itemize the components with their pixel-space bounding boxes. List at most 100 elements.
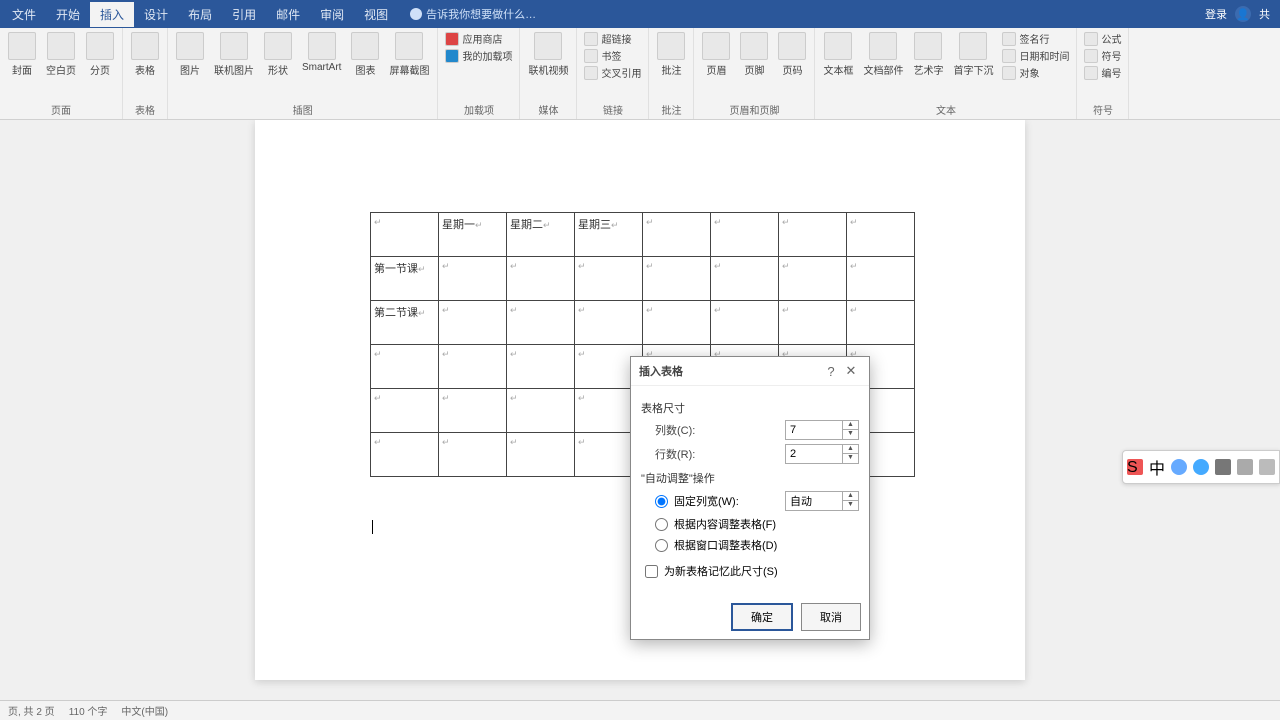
addins-icon bbox=[445, 49, 459, 63]
number-button[interactable]: 编号 bbox=[1081, 64, 1124, 81]
up-icon[interactable]: ▲ bbox=[843, 492, 858, 501]
table-button[interactable]: 表格 bbox=[127, 30, 163, 79]
quickparts-button[interactable]: 文档部件 bbox=[859, 30, 907, 79]
group-addins: 加载项 bbox=[442, 100, 515, 119]
close-button[interactable]: ✕ bbox=[841, 363, 861, 379]
fixed-width-input[interactable] bbox=[786, 495, 842, 507]
insert-table-dialog: 插入表格 ? ✕ 表格尺寸 列数(C): ▲▼ 行数(R): ▲▼ "自动调整"… bbox=[630, 356, 870, 640]
smartart-button[interactable]: SmartArt bbox=[298, 30, 345, 75]
tab-mailings[interactable]: 邮件 bbox=[266, 2, 310, 27]
footer-button[interactable]: 页脚 bbox=[736, 30, 772, 79]
tab-view[interactable]: 视图 bbox=[354, 2, 398, 27]
bookmark-button[interactable]: 书签 bbox=[581, 47, 644, 64]
language-status[interactable]: 中文(中国) bbox=[121, 703, 168, 718]
shapes-button[interactable]: 形状 bbox=[260, 30, 296, 79]
tool-icon[interactable] bbox=[1193, 459, 1209, 475]
cols-spinner[interactable]: ▲▼ bbox=[785, 420, 859, 440]
tab-insert[interactable]: 插入 bbox=[90, 2, 134, 27]
status-bar: 页, 共 2 页 110 个字 中文(中国) bbox=[0, 700, 1280, 720]
fit-window-radio[interactable] bbox=[655, 539, 668, 552]
ok-button[interactable]: 确定 bbox=[731, 603, 793, 631]
tool-icon[interactable] bbox=[1259, 459, 1275, 475]
link-icon bbox=[584, 32, 598, 46]
screenshot-icon bbox=[395, 32, 423, 60]
textbox-button[interactable]: 文本框 bbox=[819, 30, 857, 79]
down-icon[interactable]: ▼ bbox=[843, 430, 858, 439]
table-icon bbox=[131, 32, 159, 60]
object-button[interactable]: 对象 bbox=[999, 64, 1072, 81]
up-icon[interactable]: ▲ bbox=[843, 445, 858, 454]
fixed-width-radio[interactable] bbox=[655, 495, 668, 508]
myaddins-button[interactable]: 我的加载项 bbox=[442, 47, 515, 64]
remember-checkbox[interactable] bbox=[645, 565, 658, 578]
sig-button[interactable]: 签名行 bbox=[999, 30, 1072, 47]
up-icon[interactable]: ▲ bbox=[843, 421, 858, 430]
tab-design[interactable]: 设计 bbox=[134, 2, 178, 27]
tab-home[interactable]: 开始 bbox=[46, 2, 90, 27]
equation-icon bbox=[1084, 32, 1098, 46]
tell-me-search[interactable]: 告诉我你想要做什么… bbox=[410, 6, 536, 22]
screenshot-button[interactable]: 屏幕截图 bbox=[385, 30, 433, 79]
group-symbols: 符号 bbox=[1081, 100, 1124, 119]
wordart-button[interactable]: 艺术字 bbox=[909, 30, 947, 79]
header-button[interactable]: 页眉 bbox=[698, 30, 734, 79]
blank-page-button[interactable]: 空白页 bbox=[42, 30, 80, 79]
cover-page-button[interactable]: 封面 bbox=[4, 30, 40, 79]
picture-icon bbox=[176, 32, 204, 60]
smartart-icon bbox=[308, 32, 336, 60]
ime-toolbar[interactable]: S 中 bbox=[1122, 450, 1280, 484]
footer-icon bbox=[740, 32, 768, 60]
cols-input[interactable] bbox=[786, 424, 842, 436]
comment-icon bbox=[657, 32, 685, 60]
rows-spinner[interactable]: ▲▼ bbox=[785, 444, 859, 464]
page-break-button[interactable]: 分页 bbox=[82, 30, 118, 79]
tool-icon[interactable] bbox=[1215, 459, 1231, 475]
fit-content-radio[interactable] bbox=[655, 518, 668, 531]
date-button[interactable]: 日期和时间 bbox=[999, 47, 1072, 64]
lang-icon[interactable]: 中 bbox=[1149, 455, 1165, 479]
video-button[interactable]: 联机视频 bbox=[524, 30, 572, 79]
online-picture-button[interactable]: 联机图片 bbox=[210, 30, 258, 79]
bulb-icon bbox=[410, 8, 422, 20]
dropcap-icon bbox=[959, 32, 987, 60]
word-count[interactable]: 110 个字 bbox=[69, 703, 108, 718]
ribbon: 封面 空白页 分页 页面 表格 表格 图片 联机图片 形状 SmartArt 图… bbox=[0, 28, 1280, 120]
fixed-width-spinner[interactable]: ▲▼ bbox=[785, 491, 859, 511]
wordart-icon bbox=[914, 32, 942, 60]
chart-button[interactable]: 图表 bbox=[347, 30, 383, 79]
tab-review[interactable]: 审阅 bbox=[310, 2, 354, 27]
cancel-button[interactable]: 取消 bbox=[801, 603, 861, 631]
picture-button[interactable]: 图片 bbox=[172, 30, 208, 79]
hyperlink-button[interactable]: 超链接 bbox=[581, 30, 644, 47]
down-icon[interactable]: ▼ bbox=[843, 501, 858, 510]
tab-references[interactable]: 引用 bbox=[222, 2, 266, 27]
share-button[interactable]: 共 bbox=[1259, 6, 1270, 22]
symbol-icon bbox=[1084, 49, 1098, 63]
table-row: 第二节课↵↵↵↵↵↵↵↵ bbox=[371, 301, 915, 345]
header-icon bbox=[702, 32, 730, 60]
help-button[interactable]: ? bbox=[821, 364, 841, 379]
equation-button[interactable]: 公式 bbox=[1081, 30, 1124, 47]
cover-icon bbox=[8, 32, 36, 60]
store-button[interactable]: 应用商店 bbox=[442, 30, 515, 47]
tool-icon[interactable] bbox=[1171, 459, 1187, 475]
group-comments: 批注 bbox=[653, 100, 689, 119]
crossref-button[interactable]: 交叉引用 bbox=[581, 64, 644, 81]
symbol-button[interactable]: 符号 bbox=[1081, 47, 1124, 64]
tab-file[interactable]: 文件 bbox=[2, 2, 46, 27]
dropcap-button[interactable]: 首字下沉 bbox=[949, 30, 997, 79]
rows-input[interactable] bbox=[786, 448, 842, 460]
down-icon[interactable]: ▼ bbox=[843, 454, 858, 463]
sogou-icon[interactable]: S bbox=[1127, 459, 1143, 475]
group-media: 媒体 bbox=[524, 100, 572, 119]
sign-in[interactable]: 登录 bbox=[1205, 6, 1227, 22]
pagenum-button[interactable]: 页码 bbox=[774, 30, 810, 79]
group-pages: 页面 bbox=[4, 100, 118, 119]
sig-icon bbox=[1002, 32, 1016, 46]
keyboard-icon[interactable] bbox=[1237, 459, 1253, 475]
fit-window-label: 根据窗口调整表格(D) bbox=[674, 537, 777, 553]
tab-layout[interactable]: 布局 bbox=[178, 2, 222, 27]
page-status[interactable]: 页, 共 2 页 bbox=[8, 703, 55, 718]
comment-button[interactable]: 批注 bbox=[653, 30, 689, 79]
user-icon[interactable]: 👤 bbox=[1235, 6, 1251, 22]
